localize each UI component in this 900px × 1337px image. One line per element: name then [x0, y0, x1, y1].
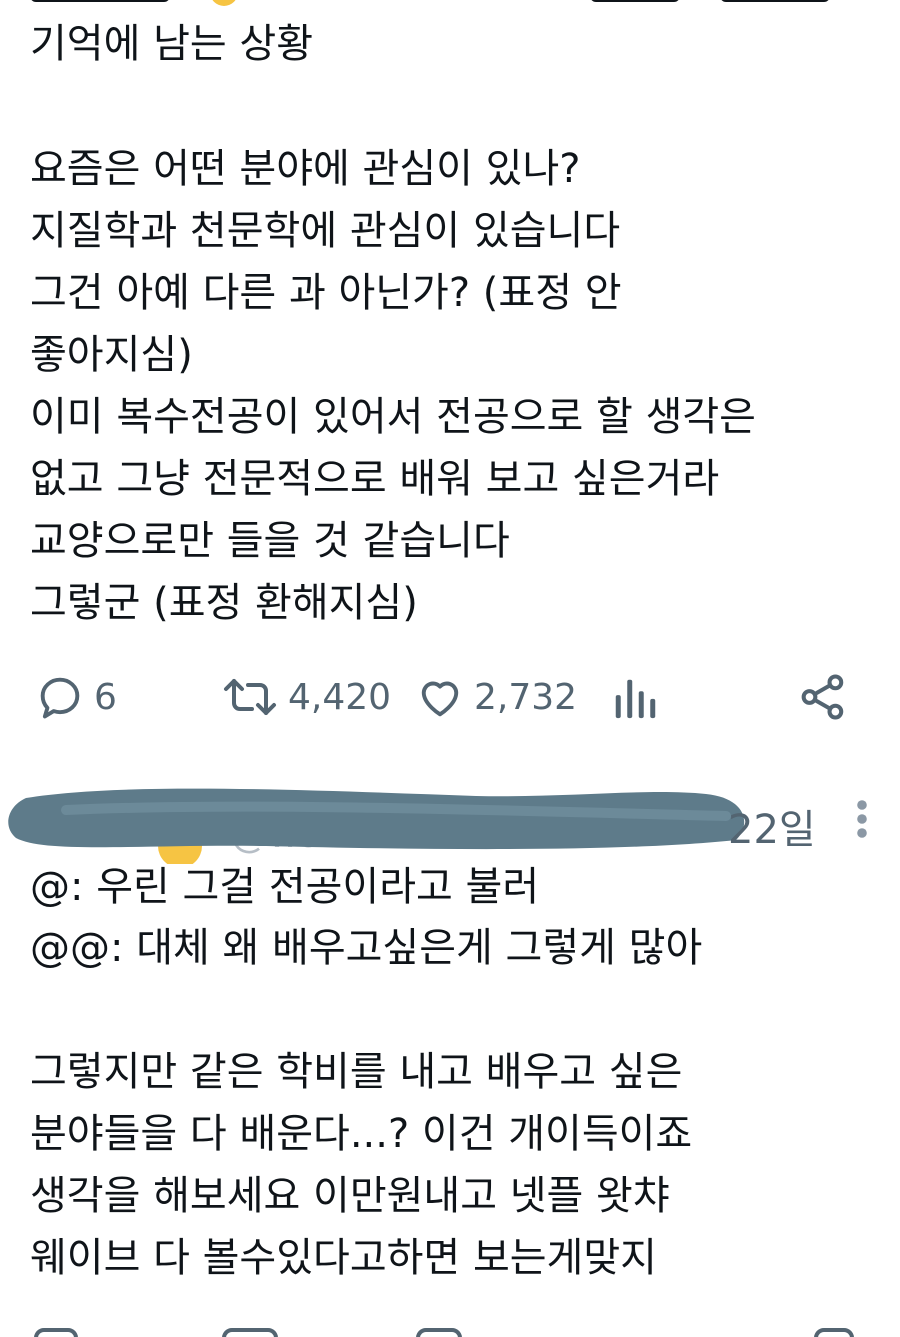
reply-count: 6 — [94, 676, 117, 718]
tweet-action-bar: 6 4,420 2,732 — [0, 667, 900, 727]
tweet-text-line: 생각을 해보세요 이만원내고 넷플 왓챠 — [30, 1173, 670, 1219]
more-options-button[interactable] — [848, 797, 876, 841]
like-icon — [416, 1328, 462, 1337]
analytics-icon — [610, 672, 656, 722]
tweet-text-line: 웨이브 다 볼수있다고하면 보는게맞지 — [30, 1235, 657, 1281]
cropped-action-bar — [0, 1322, 900, 1337]
share-icon — [814, 1328, 854, 1337]
retweet-icon — [222, 1328, 278, 1337]
cropped-text-top — [30, 0, 890, 8]
retweet-count: 4,420 — [288, 676, 392, 718]
share-button[interactable] — [796, 667, 850, 727]
cropped-text-fragment — [30, 0, 170, 2]
reply-icon — [34, 671, 86, 723]
reply-icon — [34, 1328, 78, 1337]
tweet-text-line: 지질학과 천문학에 관심이 있습니다 — [30, 208, 621, 254]
tweet-text-line: 그렇지만 같은 학비를 내고 배우고 싶은 — [30, 1049, 683, 1095]
retweet-button[interactable]: 4,420 — [220, 667, 391, 727]
like-button[interactable]: 2,732 — [414, 667, 577, 727]
tweet-text-line: 그건 아예 다른 과 아닌가? (표정 안 — [30, 270, 622, 316]
tweet-text-line: 없고 그냥 전문적으로 배워 보고 싶은거라 — [30, 456, 720, 502]
tweet-text-line: 교양으로만 들을 것 같습니다 — [30, 518, 510, 564]
like-count: 2,732 — [474, 676, 578, 718]
like-icon — [414, 671, 466, 723]
cropped-text-fragment — [590, 0, 680, 2]
tweet-text-line: @@: 대체 왜 배우고싶은게 그렇게 많아 — [30, 925, 703, 971]
tweet-text-line: 요즘은 어떤 분야에 관심이 있나? — [30, 146, 581, 192]
analytics-button[interactable] — [610, 667, 656, 727]
cropped-text-fragment — [720, 0, 830, 2]
tweet-text-line: 좋아지심) — [30, 332, 193, 378]
tweet-date: 22일 — [728, 807, 816, 853]
tweet-text-line: 분야들을 다 배운다...? 이건 개이득이죠 — [30, 1111, 693, 1157]
retweet-icon — [220, 672, 280, 722]
tweet-text-line: 이미 복수전공이 있어서 전공으로 할 생각은 — [30, 394, 756, 440]
tweet-text-line: 기억에 남는 상황 — [30, 21, 314, 67]
reply-button[interactable]: 6 — [34, 667, 117, 727]
tweet-text-line: 그렇군 (표정 환해지심) — [30, 580, 418, 626]
redaction-scribble — [8, 788, 745, 850]
share-icon — [796, 670, 850, 724]
tweet-text-line: @: 우린 그걸 전공이라고 불러 — [30, 864, 540, 910]
moon-emoji-icon — [210, 0, 238, 6]
more-icon — [857, 800, 867, 838]
